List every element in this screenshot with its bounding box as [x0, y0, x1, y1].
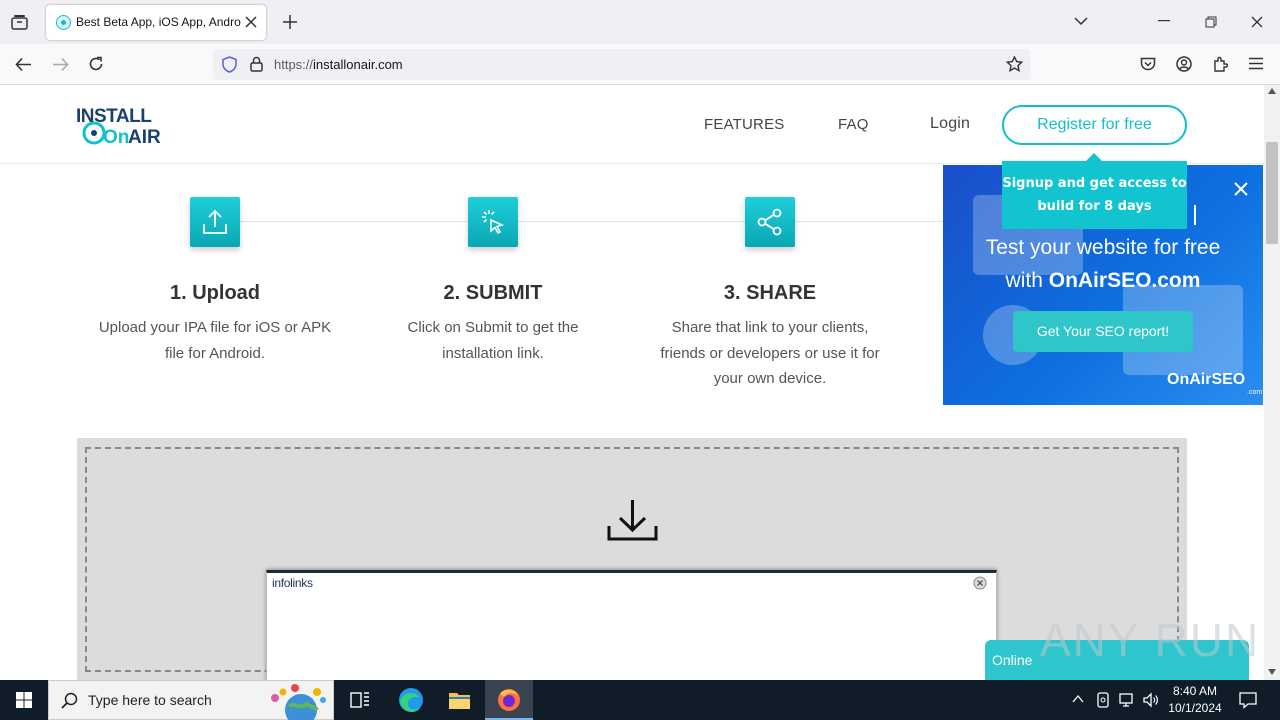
search-highlight-globe-icon [261, 684, 331, 720]
tracking-shield-icon[interactable] [222, 56, 237, 73]
back-icon[interactable] [15, 57, 32, 72]
nav-features[interactable]: FEATURES [704, 116, 785, 133]
notifications-icon[interactable] [1239, 691, 1257, 709]
tab-title: Best Beta App, iOS App, Android [76, 15, 241, 29]
infolinks-brand: infolinks [272, 576, 313, 590]
ad-headline: Test your website for free with OnAirSEO… [943, 231, 1263, 297]
browser-tab[interactable]: Best Beta App, iOS App, Android [46, 5, 266, 40]
installonair-logo[interactable]: INSTALL On AIR [76, 104, 176, 150]
scrollbar-thumb[interactable] [1266, 142, 1278, 244]
taskbar-search-box[interactable]: Type here to search [48, 680, 334, 720]
onairseo-logo: OnAirSEO .com [1167, 371, 1262, 396]
scroll-up-arrow-icon[interactable] [1268, 88, 1276, 94]
upload-icon [203, 209, 227, 234]
forward-icon[interactable] [52, 57, 69, 72]
file-explorer-icon[interactable] [435, 680, 483, 720]
infolinks-close-icon[interactable] [973, 576, 987, 590]
new-tab-icon[interactable] [282, 14, 298, 30]
ad-headline-prefix: with [1005, 269, 1049, 292]
lock-icon[interactable] [250, 56, 263, 72]
logo-text-on: On [103, 127, 129, 146]
ad-logo-text: OnAirSEO [1167, 371, 1246, 388]
windows-start-icon[interactable] [0, 680, 48, 720]
logo-text-air: AIR [128, 127, 161, 146]
url-scheme: https:// [274, 57, 314, 72]
site-header: INSTALL On AIR FEATURES FAQ Login Regist… [0, 85, 1264, 164]
ad-close-icon[interactable] [1231, 179, 1251, 199]
step-1-description: Upload your IPA file for iOS or APK file… [98, 319, 332, 362]
step-3-title: 3. SHARE [723, 282, 817, 304]
bookmark-star-icon[interactable] [1006, 56, 1023, 72]
share-icon [757, 208, 782, 236]
tab-close-icon[interactable] [244, 15, 258, 29]
edge-browser-icon[interactable] [386, 680, 434, 720]
url-domain: installonair.com [313, 57, 403, 72]
web-page: INSTALL On AIR FEATURES FAQ Login Regist… [0, 85, 1264, 680]
register-button[interactable]: Register for free [1002, 105, 1187, 145]
taskbar-clock[interactable]: 8:40 AM 10/1/2024 [1164, 683, 1226, 717]
chat-status: Online [992, 652, 1033, 668]
tray-device-icon[interactable] [1096, 692, 1110, 708]
ad-headline-line2: with OnAirSEO.com [943, 264, 1263, 297]
nav-faq[interactable]: FAQ [838, 116, 869, 133]
restore-icon[interactable] [1205, 16, 1217, 28]
ad-headline-domain: OnAirSEO.com [1048, 269, 1201, 292]
infolinks-ad-overlay: infolinks [266, 570, 997, 680]
browser-tab-bar: Best Beta App, iOS App, Android [0, 0, 1280, 44]
step-2-description: Click on Submit to get the installation … [407, 319, 579, 362]
search-placeholder: Type here to search [88, 692, 212, 708]
ad-logo-sub: .com [1247, 389, 1263, 396]
url-bar[interactable]: https://installonair.com [213, 49, 1030, 80]
extensions-icon[interactable] [1212, 56, 1228, 72]
browser-nav-bar: https://installonair.com [0, 44, 1280, 85]
steps-connector-line [215, 221, 975, 222]
ad-cta-button[interactable]: Get Your SEO report! [1013, 311, 1193, 352]
nav-login[interactable]: Login [930, 115, 970, 133]
download-icon [607, 498, 658, 542]
tab-list-chevron-icon[interactable] [1074, 16, 1088, 26]
clock-time: 8:40 AM [1172, 684, 1218, 698]
step-3-description: Share that link to your clients, friends… [660, 319, 880, 387]
anyrun-watermark: ANY RUN [1040, 614, 1261, 666]
upload-step-icon [190, 197, 240, 247]
firefox-taskbar-icon[interactable] [485, 680, 533, 720]
click-icon [482, 210, 505, 235]
step-1-title: 1. Upload [169, 282, 260, 304]
clock-date: 10/1/2024 [1168, 701, 1222, 715]
url-text[interactable]: https://installonair.com [274, 57, 403, 72]
ad-headline-line1: Test your website for free [985, 236, 1221, 259]
ad-text-cursor [1194, 205, 1196, 225]
network-icon[interactable] [1119, 692, 1137, 708]
tray-chevron-up-icon[interactable] [1072, 694, 1084, 704]
minimize-icon[interactable] [1158, 20, 1170, 22]
share-step-icon [745, 197, 795, 247]
step-2-title: 2. SUBMIT [443, 282, 543, 304]
windows-taskbar: Type here to search 8:40 AM 10/1/2024 [0, 680, 1280, 720]
volume-icon[interactable] [1143, 692, 1159, 708]
submit-step-icon [468, 197, 518, 247]
task-view-icon[interactable] [336, 680, 384, 720]
search-icon [61, 692, 78, 709]
site-favicon-icon [56, 15, 71, 30]
scroll-down-arrow-icon[interactable] [1268, 669, 1276, 675]
tab-overview-icon[interactable] [11, 14, 28, 30]
account-icon[interactable] [1176, 56, 1192, 72]
reload-icon[interactable] [88, 56, 104, 72]
signup-tooltip: Signup and get access to build for 8 day… [1002, 153, 1187, 229]
window-close-icon[interactable] [1251, 16, 1263, 28]
pocket-icon[interactable] [1140, 56, 1156, 72]
menu-hamburger-icon[interactable] [1249, 57, 1263, 70]
